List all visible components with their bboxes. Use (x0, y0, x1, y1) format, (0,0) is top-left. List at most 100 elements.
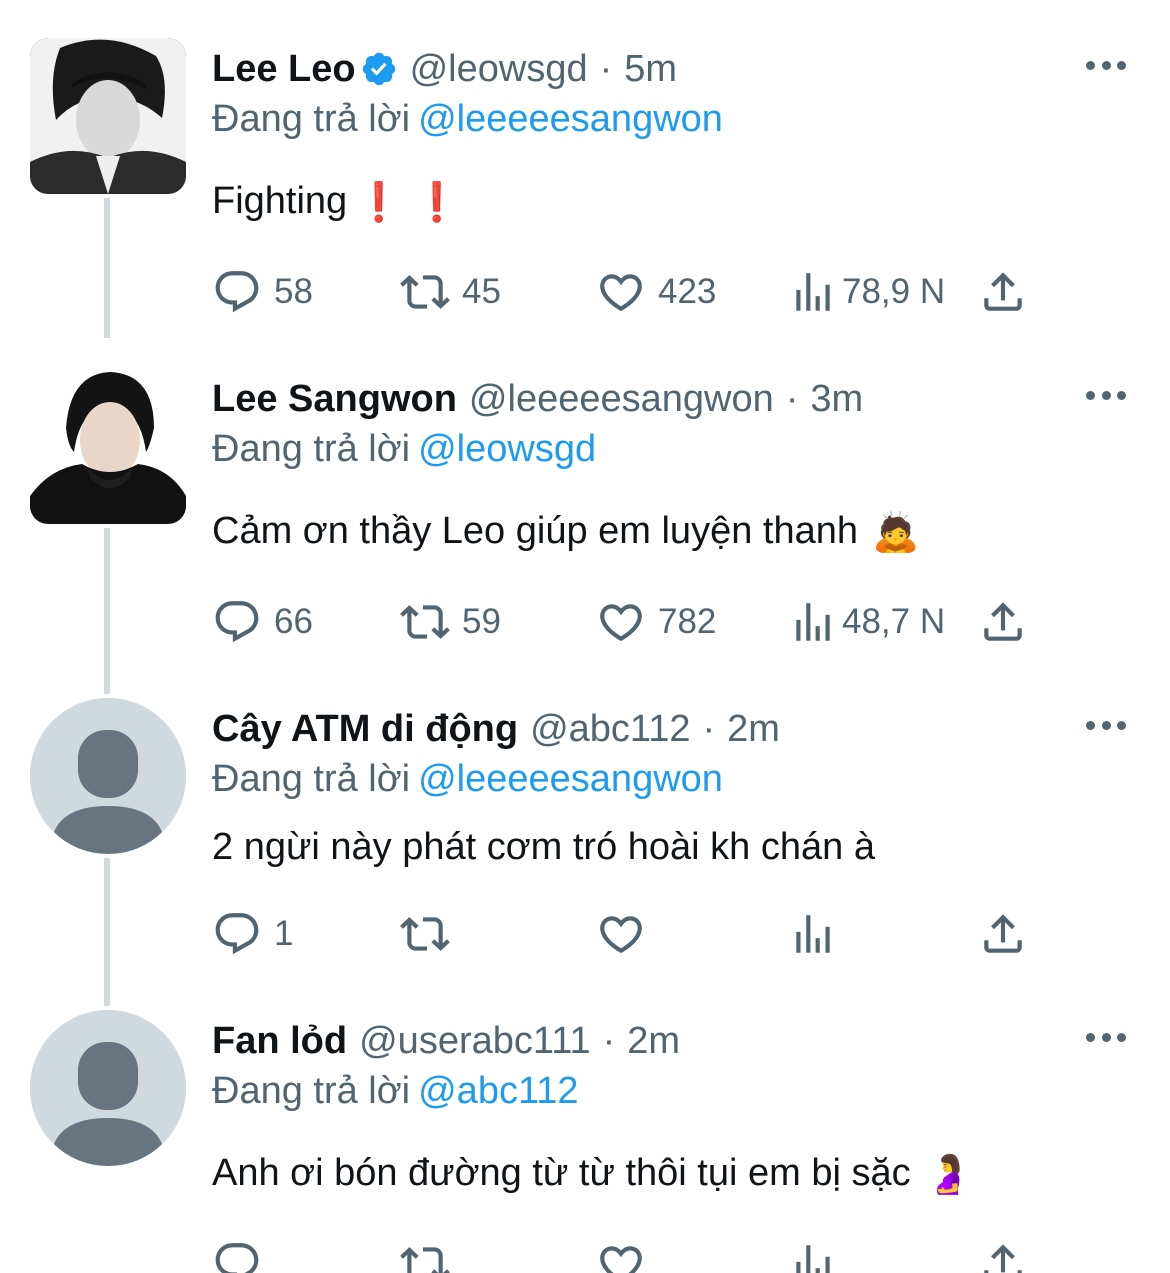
more-icon[interactable] (1086, 1030, 1126, 1044)
heart-icon (600, 1246, 642, 1273)
reply-mention-link[interactable]: @leeeeesangwon (418, 758, 723, 800)
handle[interactable]: @leowsgd (410, 46, 588, 92)
views-button[interactable]: 78,9 N (788, 262, 945, 322)
views-button[interactable] (788, 1234, 838, 1273)
action-bar: 66 59 782 48,7 N (212, 592, 1112, 652)
reply-icon (215, 271, 259, 313)
views-icon (796, 915, 830, 953)
separator-dot: · (599, 48, 613, 90)
heart-icon (600, 916, 642, 954)
tweet-header: Fan lỏd @userabc111 · 2m (212, 1018, 680, 1064)
views-count: 78,9 N (842, 272, 946, 311)
tweet-text-body: Anh ơi bón đường từ từ thôi tụi em bị sặ… (212, 1152, 911, 1194)
handle[interactable]: @userabc111 (359, 1018, 591, 1064)
reply-button[interactable] (212, 1234, 262, 1273)
share-button[interactable] (978, 262, 1028, 322)
share-button[interactable] (978, 904, 1028, 964)
more-icon[interactable] (1086, 388, 1126, 402)
like-button[interactable]: 782 (596, 592, 716, 652)
share-icon (984, 272, 1022, 311)
retweet-icon (400, 605, 450, 639)
display-name[interactable]: Cây ATM di động (212, 706, 518, 752)
bowing-emoji: 🙇 (871, 511, 920, 554)
reply-prefix: Đang trả lời (212, 758, 411, 800)
reply-mention-link[interactable]: @leeeeesangwon (418, 98, 723, 140)
reply-prefix: Đang trả lời (212, 98, 411, 140)
reply-icon (215, 1243, 259, 1273)
action-bar (212, 1234, 1112, 1273)
views-count: 48,7 N (842, 602, 946, 641)
handle[interactable]: @leeeeesangwon (469, 376, 774, 422)
thread-line (104, 528, 110, 694)
retweet-icon (400, 917, 450, 951)
retweet-count: 45 (462, 272, 501, 311)
like-button[interactable]: 423 (596, 262, 716, 322)
tweet-text-body: Cảm ơn thầy Leo giúp em luyện thanh (212, 510, 858, 552)
tweet-header: Lee Sangwon @leeeeesangwon · 3m (212, 376, 863, 422)
tweet-text-body: Fighting (212, 180, 348, 222)
share-icon (984, 602, 1022, 641)
exclamation-emoji: ❗️ ❗️ (355, 181, 461, 224)
separator-dot: · (702, 708, 716, 750)
timestamp[interactable]: 2m (627, 1018, 680, 1064)
default-avatar[interactable] (30, 1010, 186, 1166)
reply-mention-link[interactable]: @leowsgd (418, 428, 596, 470)
action-bar: 58 45 423 78,9 N (212, 262, 1112, 322)
like-button[interactable] (596, 904, 658, 964)
share-button[interactable] (978, 592, 1028, 652)
separator-dot: · (602, 1020, 616, 1062)
reply-count: 66 (274, 602, 313, 641)
reply-button[interactable]: 1 (212, 904, 293, 964)
retweet-button[interactable]: 45 (400, 262, 501, 322)
retweet-icon (400, 1247, 450, 1273)
handle[interactable]: @abc112 (530, 706, 690, 752)
reply-context: Đang trả lời @leeeeesangwon (212, 96, 723, 142)
tweet-text: 2 ngừi này phát cơm tró hoài kh chán à (212, 824, 875, 870)
display-name[interactable]: Lee Leo (212, 46, 356, 92)
thread-line (104, 198, 110, 338)
reply-context: Đang trả lời @abc112 (212, 1068, 579, 1114)
display-name[interactable]: Lee Sangwon (212, 376, 457, 422)
retweet-icon (400, 275, 450, 309)
retweet-button[interactable]: 59 (400, 592, 501, 652)
avatar[interactable] (30, 38, 186, 194)
reply-button[interactable]: 58 (212, 262, 313, 322)
display-name[interactable]: Fan lỏd (212, 1018, 347, 1064)
reply-icon (215, 913, 259, 955)
reply-mention-link[interactable]: @abc112 (418, 1070, 578, 1112)
reply-context: Đang trả lời @leeeeesangwon (212, 756, 723, 802)
reply-prefix: Đang trả lời (212, 428, 411, 470)
tweet-header: Lee Leo @leowsgd · 5m (212, 46, 677, 92)
reply-button[interactable]: 66 (212, 592, 313, 652)
reply-icon (215, 601, 259, 643)
retweet-button[interactable] (400, 904, 462, 964)
views-button[interactable]: 48,7 N (788, 592, 945, 652)
tweet-header: Cây ATM di động @abc112 · 2m (212, 706, 780, 752)
action-bar: 1 (212, 904, 1112, 964)
reply-prefix: Đang trả lời (212, 1070, 411, 1112)
timestamp[interactable]: 3m (810, 376, 863, 422)
more-icon[interactable] (1086, 718, 1126, 732)
pregnant-emoji: 🤰 (924, 1153, 972, 1196)
tweet-text: Anh ơi bón đường từ từ thôi tụi em bị sặ… (212, 1150, 972, 1198)
share-button[interactable] (978, 1234, 1028, 1273)
tweet-text: Fighting ❗️ ❗️ (212, 178, 460, 226)
tweet-text: Cảm ơn thầy Leo giúp em luyện thanh 🙇 (212, 508, 919, 556)
retweet-button[interactable] (400, 1234, 450, 1273)
views-button[interactable] (788, 904, 850, 964)
reply-count: 1 (274, 914, 294, 953)
reply-count: 58 (274, 272, 313, 311)
views-icon (796, 273, 830, 311)
views-icon (796, 1245, 830, 1273)
retweet-count: 59 (462, 602, 501, 641)
timestamp[interactable]: 2m (727, 706, 780, 752)
default-avatar[interactable] (30, 698, 186, 854)
like-count: 782 (658, 602, 717, 641)
like-button[interactable] (596, 1234, 646, 1273)
timestamp[interactable]: 5m (624, 46, 677, 92)
views-icon (796, 603, 830, 641)
heart-icon (600, 604, 642, 642)
more-icon[interactable] (1086, 58, 1126, 72)
avatar[interactable] (30, 368, 186, 524)
heart-icon (600, 274, 642, 312)
